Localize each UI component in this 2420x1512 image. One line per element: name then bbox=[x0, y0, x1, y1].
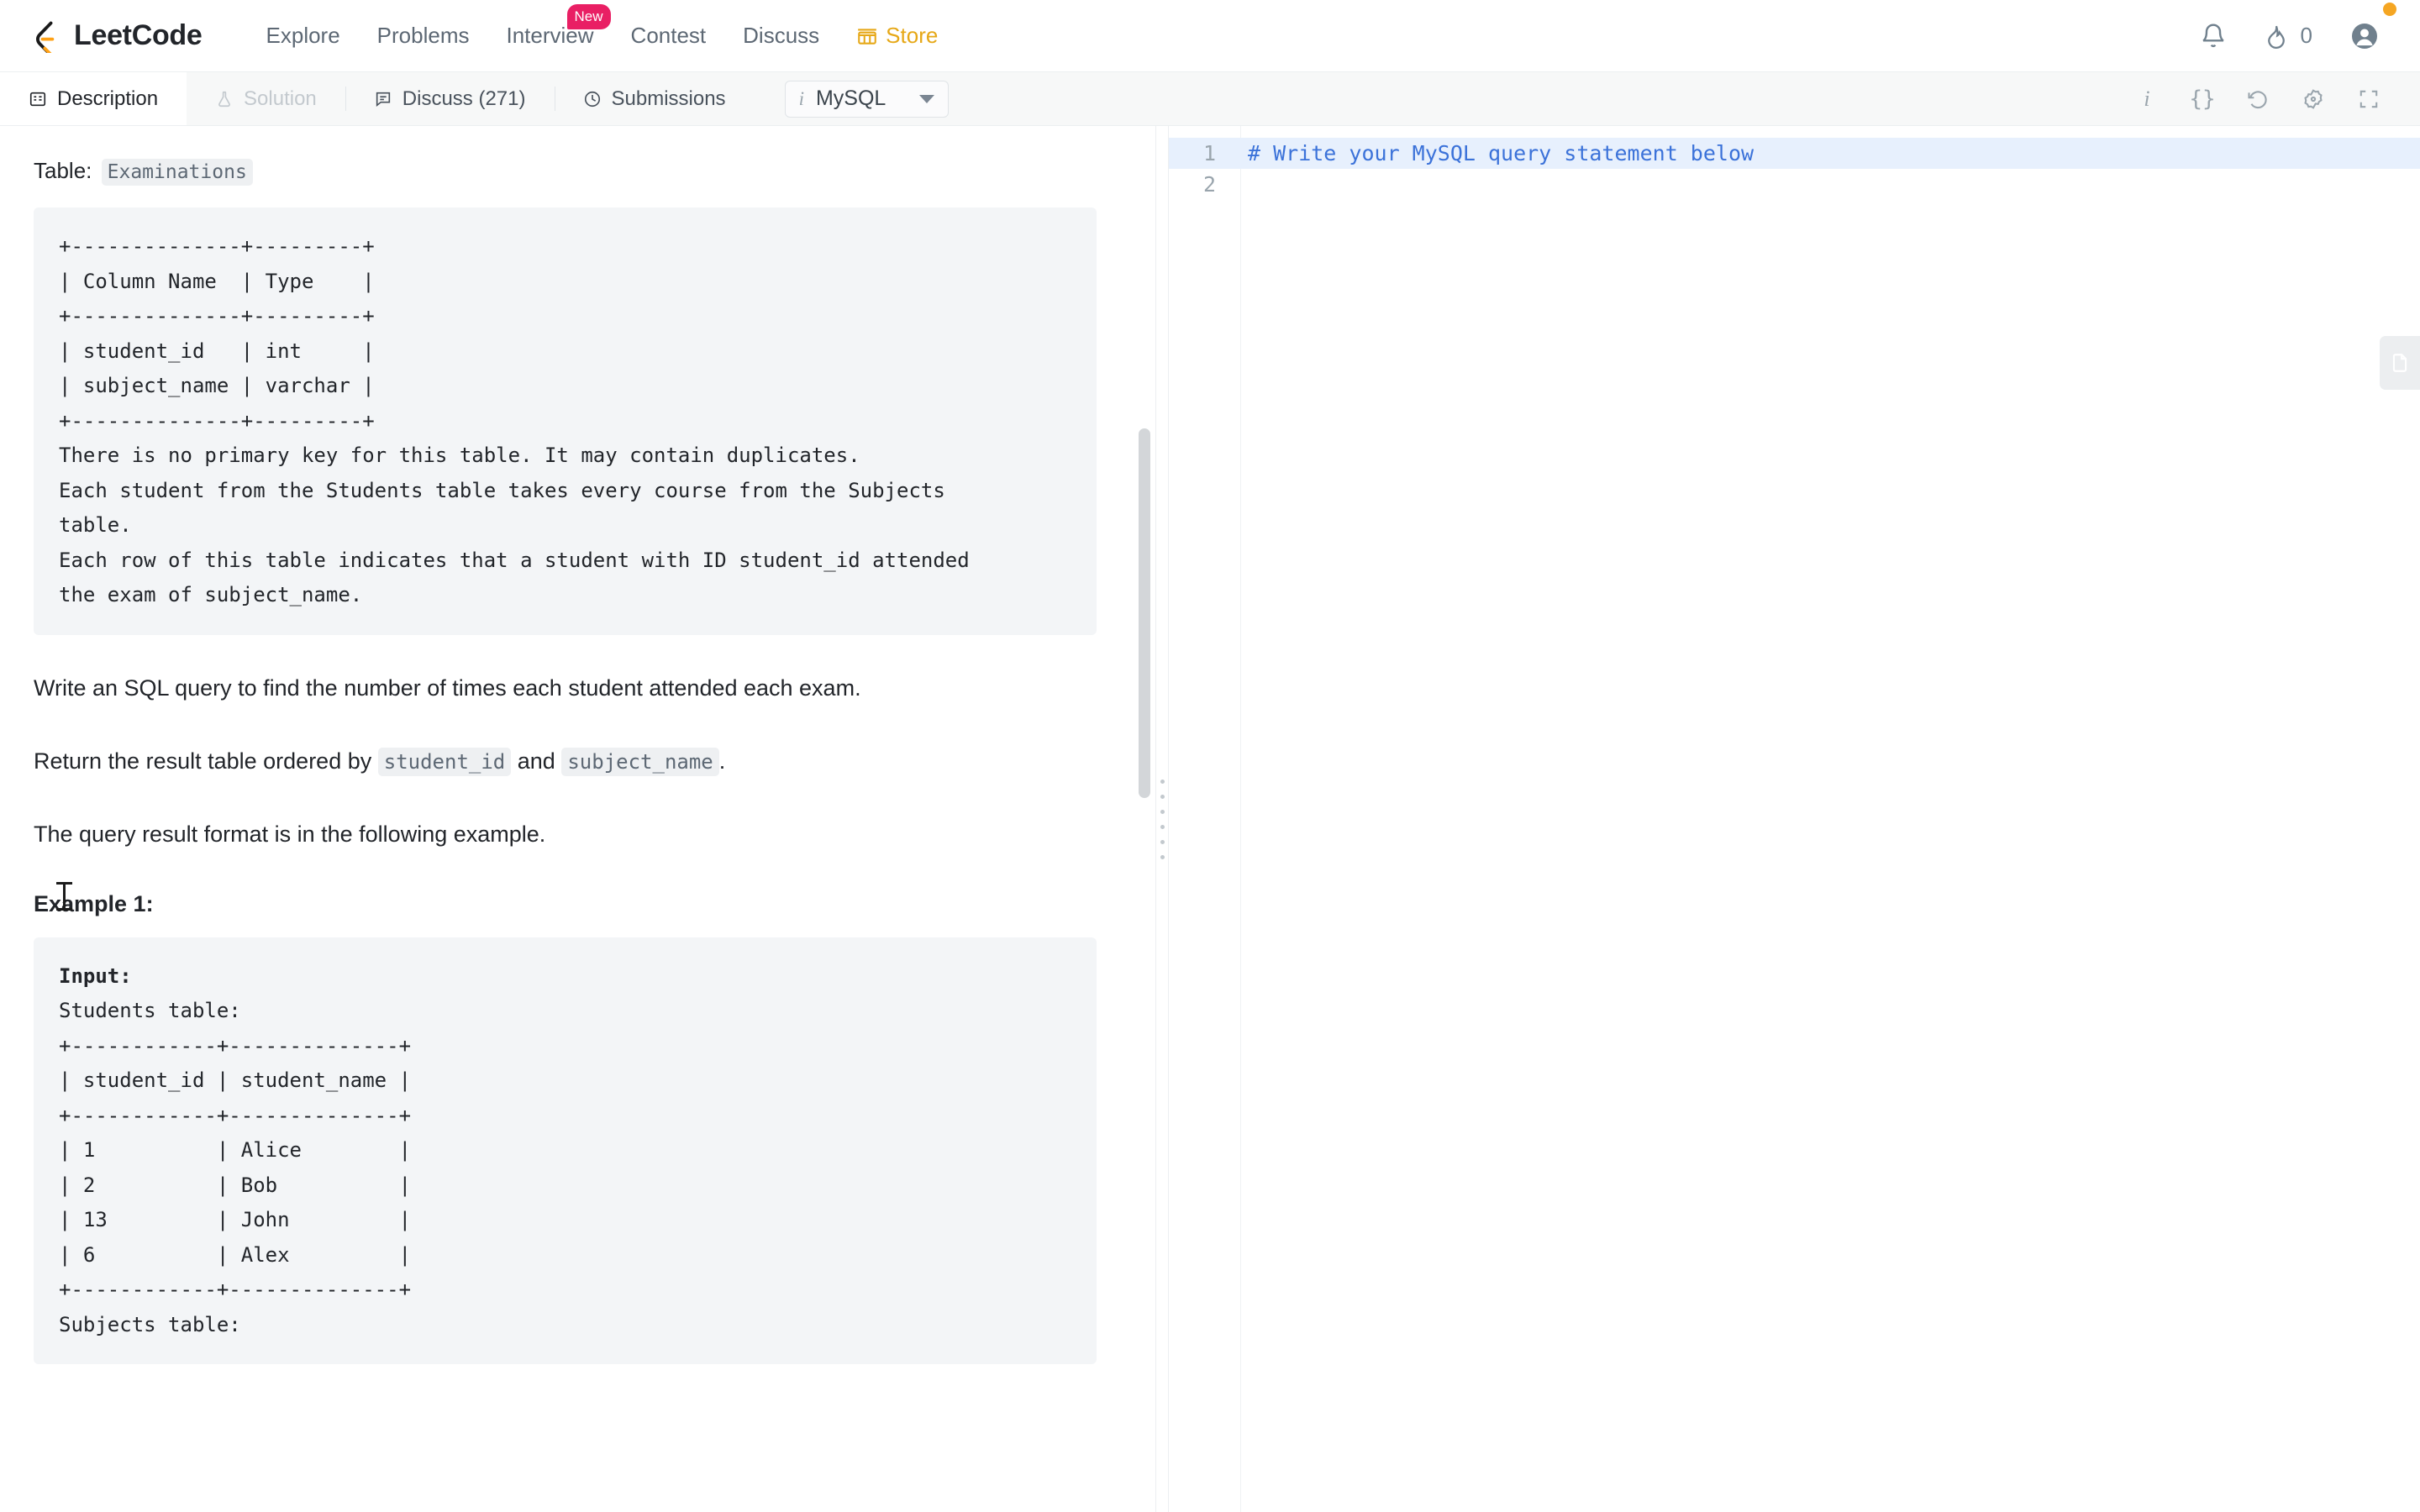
ordering-code-student-id: student_id bbox=[377, 747, 512, 776]
tab-solution[interactable]: Solution bbox=[187, 72, 345, 125]
settings-gear-icon[interactable] bbox=[2286, 72, 2341, 126]
nav-link-contest[interactable]: Contest bbox=[613, 23, 725, 49]
code-line[interactable]: 2 bbox=[1169, 169, 2420, 200]
code-area[interactable]: 1 # Write your MySQL query statement bel… bbox=[1169, 126, 2420, 200]
nav-link-store[interactable]: Store bbox=[838, 23, 956, 49]
store-icon bbox=[858, 28, 877, 45]
problem-tabbar: Description Solution Discuss (271) Submi… bbox=[0, 72, 2420, 126]
streak-counter[interactable]: 0 bbox=[2264, 23, 2312, 49]
tab-discuss-label: Discuss (271) bbox=[402, 87, 526, 110]
tab-solution-label: Solution bbox=[244, 87, 317, 110]
info-icon[interactable]: i bbox=[2119, 72, 2175, 126]
editor-toolbar: i {} bbox=[2119, 72, 2420, 125]
example-input-label: Input: bbox=[59, 963, 132, 988]
tab-description[interactable]: Description bbox=[0, 72, 187, 125]
nav-link-explore[interactable]: Explore bbox=[248, 23, 359, 49]
line-number: 2 bbox=[1202, 172, 1216, 197]
leetcode-logo[interactable]: LeetCode bbox=[30, 19, 203, 53]
code-editor-panel[interactable]: 1 # Write your MySQL query statement bel… bbox=[1169, 126, 2420, 1512]
example-1-code-block: Input: Students table: +------------+---… bbox=[34, 937, 1097, 1365]
panel-splitter[interactable] bbox=[1155, 126, 1169, 1512]
reset-undo-icon[interactable] bbox=[2230, 72, 2286, 126]
notifications-bell-icon[interactable] bbox=[2200, 23, 2227, 50]
avatar-notification-dot bbox=[2383, 2, 2396, 16]
code-line[interactable]: 1 # Write your MySQL query statement bel… bbox=[1169, 138, 2420, 169]
nav-link-discuss[interactable]: Discuss bbox=[724, 23, 838, 49]
ordering-code-subject-name: subject_name bbox=[561, 747, 719, 776]
problem-statement-para: Write an SQL query to find the number of… bbox=[34, 675, 861, 701]
nav-links: Explore Problems Interview New Contest D… bbox=[248, 4, 957, 49]
flask-icon bbox=[215, 90, 234, 108]
language-selector[interactable]: i MySQL bbox=[784, 80, 950, 118]
clock-icon bbox=[583, 90, 602, 108]
language-info-icon: i bbox=[798, 87, 804, 109]
leetcode-mark-icon bbox=[36, 21, 55, 53]
editor-gutter bbox=[1169, 126, 1241, 1512]
nav-link-problems[interactable]: Problems bbox=[359, 23, 488, 49]
tab-submissions-label: Submissions bbox=[611, 87, 726, 110]
tab-description-label: Description bbox=[57, 87, 159, 110]
user-avatar[interactable] bbox=[2349, 2, 2396, 51]
example-input-body: Students table: +------------+----------… bbox=[59, 999, 412, 1336]
avatar-icon bbox=[2352, 23, 2377, 49]
table-name: Examinations bbox=[101, 159, 253, 186]
description-panel: Table: Examinations +--------------+----… bbox=[0, 126, 1155, 1512]
description-scrollbar[interactable] bbox=[1139, 126, 1150, 1512]
top-navbar: LeetCode Explore Problems Interview New … bbox=[0, 0, 2420, 72]
navbar-right-actions: 0 bbox=[2200, 2, 2396, 51]
chevron-down-icon bbox=[919, 94, 935, 103]
fullscreen-icon[interactable] bbox=[2341, 72, 2396, 126]
tab-discuss[interactable]: Discuss (271) bbox=[345, 72, 555, 125]
splitter-grip-icon bbox=[1160, 779, 1165, 859]
format-braces-icon[interactable]: {} bbox=[2175, 72, 2230, 126]
streak-count-label: 0 bbox=[2300, 23, 2312, 48]
language-selector-wrap: i MySQL bbox=[784, 72, 950, 125]
nav-link-interview[interactable]: Interview New bbox=[488, 4, 613, 49]
main-split: Table: Examinations +--------------+----… bbox=[0, 126, 2420, 1512]
new-badge: New bbox=[566, 4, 611, 29]
table-label-prefix: Table: bbox=[34, 158, 92, 183]
example-1-title: Example 1: bbox=[34, 890, 154, 916]
ordering-text-before: Return the result table ordered by bbox=[34, 748, 372, 774]
description-icon bbox=[29, 90, 47, 108]
language-selector-value: MySQL bbox=[815, 87, 886, 110]
flame-icon bbox=[2267, 25, 2285, 49]
note-document-icon bbox=[2392, 354, 2407, 372]
notes-panel-toggle[interactable] bbox=[2380, 336, 2420, 390]
description-scroll-thumb[interactable] bbox=[1139, 428, 1150, 798]
result-format-para: The query result format is in the follow… bbox=[34, 821, 546, 847]
schema-code-block: +--------------+---------+ | Column Name… bbox=[34, 207, 1097, 635]
code-line-text: # Write your MySQL query statement below bbox=[1248, 141, 1754, 165]
description-content: Table: Examinations +--------------+----… bbox=[0, 126, 1155, 1365]
nav-link-store-label: Store bbox=[886, 23, 939, 48]
ordering-para: Return the result table ordered by stude… bbox=[34, 745, 1097, 778]
line-number: 1 bbox=[1202, 141, 1216, 165]
ordering-text-after: . bbox=[718, 748, 726, 774]
tab-submissions[interactable]: Submissions bbox=[554, 72, 755, 125]
brand-text: LeetCode bbox=[74, 19, 203, 51]
discuss-icon bbox=[374, 90, 392, 108]
ordering-text-mid: and bbox=[517, 748, 555, 774]
table-label: Table: Examinations bbox=[34, 158, 1097, 186]
